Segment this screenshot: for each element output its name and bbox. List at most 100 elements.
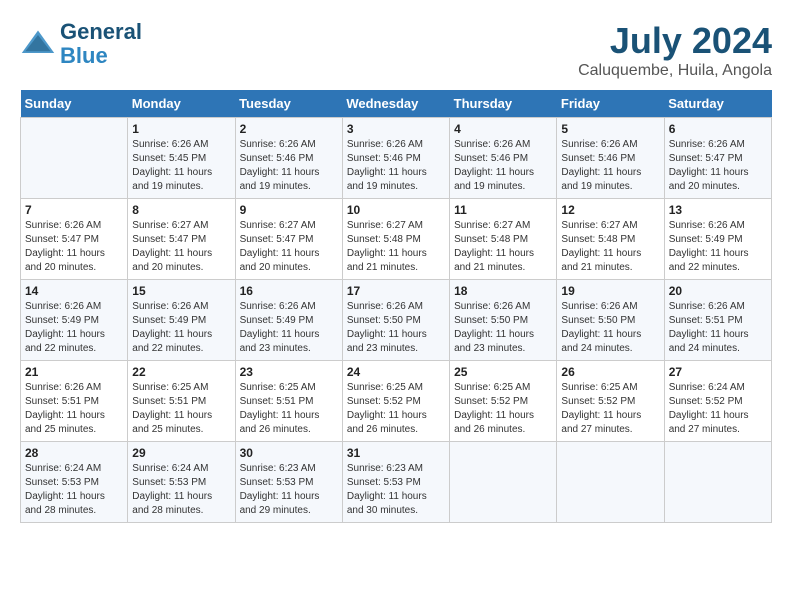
day-number: 7	[25, 203, 123, 217]
page-header: General Blue July 2024 Caluquembe, Huila…	[20, 20, 772, 80]
logo-line2: Blue	[60, 44, 142, 68]
calendar-cell: 21Sunrise: 6:26 AM Sunset: 5:51 PM Dayli…	[21, 361, 128, 442]
calendar-cell: 11 Sunrise: 6:27 AM Sunset: 5:48 PM Dayli…	[450, 199, 557, 280]
day-info: Sunrise: 6:26 AM Sunset: 5:46 PM Dayligh…	[454, 138, 552, 194]
day-info: Sunrise: 6:26 AM Sunset: 5:50 PM Dayligh…	[561, 300, 659, 356]
day-info: Sunrise: 6:24 AM Sunset: 5:53 PM Dayligh…	[25, 462, 123, 518]
calendar-cell: 20 Sunrise: 6:26 AM Sunset: 5:51 PM Dayli…	[664, 280, 771, 361]
day-info: Sunrise: 6:27 AM Sunset: 5:48 PM Dayligh…	[454, 219, 552, 275]
day-of-week-header: Wednesday	[342, 90, 449, 118]
calendar-cell	[21, 118, 128, 199]
calendar-week-row: 21Sunrise: 6:26 AM Sunset: 5:51 PM Dayli…	[21, 361, 772, 442]
day-number: 18	[454, 284, 552, 298]
calendar-cell: 8 Sunrise: 6:27 AM Sunset: 5:47 PM Daylig…	[128, 199, 235, 280]
day-number: 22	[132, 365, 230, 379]
logo-icon	[20, 26, 56, 62]
day-info: Sunrise: 6:27 AM Sunset: 5:47 PM Dayligh…	[132, 219, 230, 275]
calendar-week-row: 28 Sunrise: 6:24 AM Sunset: 5:53 PM Dayli…	[21, 442, 772, 523]
day-number: 4	[454, 122, 552, 136]
calendar-cell: 6 Sunrise: 6:26 AM Sunset: 5:47 PM Daylig…	[664, 118, 771, 199]
day-number: 28	[25, 446, 123, 460]
logo-line1: General	[60, 20, 142, 44]
calendar-body: 1Sunrise: 6:26 AM Sunset: 5:45 PM Daylig…	[21, 118, 772, 523]
day-number: 3	[347, 122, 445, 136]
calendar-cell: 7 Sunrise: 6:26 AM Sunset: 5:47 PM Daylig…	[21, 199, 128, 280]
day-info: Sunrise: 6:26 AM Sunset: 5:45 PM Dayligh…	[132, 138, 230, 194]
day-info: Sunrise: 6:26 AM Sunset: 5:46 PM Dayligh…	[561, 138, 659, 194]
day-of-week-header: Friday	[557, 90, 664, 118]
title-block: July 2024 Caluquembe, Huila, Angola	[578, 20, 772, 80]
day-number: 14	[25, 284, 123, 298]
day-info: Sunrise: 6:26 AM Sunset: 5:46 PM Dayligh…	[240, 138, 338, 194]
calendar-cell: 13 Sunrise: 6:26 AM Sunset: 5:49 PM Dayli…	[664, 199, 771, 280]
calendar-cell	[664, 442, 771, 523]
calendar-cell: 18 Sunrise: 6:26 AM Sunset: 5:50 PM Dayli…	[450, 280, 557, 361]
day-info: Sunrise: 6:26 AM Sunset: 5:49 PM Dayligh…	[240, 300, 338, 356]
calendar-cell: 16Sunrise: 6:26 AM Sunset: 5:49 PM Dayli…	[235, 280, 342, 361]
calendar-cell: 25 Sunrise: 6:25 AM Sunset: 5:52 PM Dayli…	[450, 361, 557, 442]
day-number: 17	[347, 284, 445, 298]
calendar-cell: 27 Sunrise: 6:24 AM Sunset: 5:52 PM Dayli…	[664, 361, 771, 442]
day-info: Sunrise: 6:26 AM Sunset: 5:50 PM Dayligh…	[454, 300, 552, 356]
calendar-cell: 2 Sunrise: 6:26 AM Sunset: 5:46 PM Daylig…	[235, 118, 342, 199]
day-info: Sunrise: 6:27 AM Sunset: 5:48 PM Dayligh…	[347, 219, 445, 275]
day-number: 9	[240, 203, 338, 217]
day-info: Sunrise: 6:26 AM Sunset: 5:51 PM Dayligh…	[25, 381, 123, 437]
day-number: 27	[669, 365, 767, 379]
calendar-cell: 1Sunrise: 6:26 AM Sunset: 5:45 PM Daylig…	[128, 118, 235, 199]
calendar-cell: 14Sunrise: 6:26 AM Sunset: 5:49 PM Dayli…	[21, 280, 128, 361]
day-number: 6	[669, 122, 767, 136]
day-number: 13	[669, 203, 767, 217]
main-title: July 2024	[578, 20, 772, 62]
calendar-week-row: 1Sunrise: 6:26 AM Sunset: 5:45 PM Daylig…	[21, 118, 772, 199]
day-info: Sunrise: 6:25 AM Sunset: 5:52 PM Dayligh…	[454, 381, 552, 437]
day-info: Sunrise: 6:23 AM Sunset: 5:53 PM Dayligh…	[240, 462, 338, 518]
day-of-week-header: Tuesday	[235, 90, 342, 118]
day-info: Sunrise: 6:26 AM Sunset: 5:49 PM Dayligh…	[132, 300, 230, 356]
calendar-cell: 22 Sunrise: 6:25 AM Sunset: 5:51 PM Dayli…	[128, 361, 235, 442]
day-number: 10	[347, 203, 445, 217]
day-of-week-header: Thursday	[450, 90, 557, 118]
day-number: 11	[454, 203, 552, 217]
day-info: Sunrise: 6:26 AM Sunset: 5:47 PM Dayligh…	[669, 138, 767, 194]
day-info: Sunrise: 6:26 AM Sunset: 5:47 PM Dayligh…	[25, 219, 123, 275]
day-info: Sunrise: 6:25 AM Sunset: 5:51 PM Dayligh…	[240, 381, 338, 437]
day-info: Sunrise: 6:26 AM Sunset: 5:51 PM Dayligh…	[669, 300, 767, 356]
day-number: 19	[561, 284, 659, 298]
day-info: Sunrise: 6:25 AM Sunset: 5:51 PM Dayligh…	[132, 381, 230, 437]
day-info: Sunrise: 6:24 AM Sunset: 5:52 PM Dayligh…	[669, 381, 767, 437]
logo: General Blue	[20, 20, 142, 68]
day-info: Sunrise: 6:26 AM Sunset: 5:49 PM Dayligh…	[669, 219, 767, 275]
day-number: 5	[561, 122, 659, 136]
day-number: 8	[132, 203, 230, 217]
day-info: Sunrise: 6:25 AM Sunset: 5:52 PM Dayligh…	[347, 381, 445, 437]
calendar-cell: 15 Sunrise: 6:26 AM Sunset: 5:49 PM Dayli…	[128, 280, 235, 361]
calendar-cell: 23 Sunrise: 6:25 AM Sunset: 5:51 PM Dayli…	[235, 361, 342, 442]
day-number: 2	[240, 122, 338, 136]
day-number: 25	[454, 365, 552, 379]
day-info: Sunrise: 6:27 AM Sunset: 5:47 PM Dayligh…	[240, 219, 338, 275]
day-number: 20	[669, 284, 767, 298]
calendar-cell: 28 Sunrise: 6:24 AM Sunset: 5:53 PM Dayli…	[21, 442, 128, 523]
calendar-cell: 31 Sunrise: 6:23 AM Sunset: 5:53 PM Dayli…	[342, 442, 449, 523]
calendar-cell: 19 Sunrise: 6:26 AM Sunset: 5:50 PM Dayli…	[557, 280, 664, 361]
day-number: 31	[347, 446, 445, 460]
subtitle: Caluquembe, Huila, Angola	[578, 62, 772, 80]
calendar-cell: 12Sunrise: 6:27 AM Sunset: 5:48 PM Dayli…	[557, 199, 664, 280]
calendar-cell: 9 Sunrise: 6:27 AM Sunset: 5:47 PM Daylig…	[235, 199, 342, 280]
day-info: Sunrise: 6:23 AM Sunset: 5:53 PM Dayligh…	[347, 462, 445, 518]
day-info: Sunrise: 6:24 AM Sunset: 5:53 PM Dayligh…	[132, 462, 230, 518]
day-number: 15	[132, 284, 230, 298]
day-info: Sunrise: 6:26 AM Sunset: 5:50 PM Dayligh…	[347, 300, 445, 356]
calendar-cell: 29 Sunrise: 6:24 AM Sunset: 5:53 PM Dayli…	[128, 442, 235, 523]
calendar-cell: 3 Sunrise: 6:26 AM Sunset: 5:46 PM Daylig…	[342, 118, 449, 199]
calendar-cell	[557, 442, 664, 523]
day-number: 23	[240, 365, 338, 379]
calendar-cell: 26Sunrise: 6:25 AM Sunset: 5:52 PM Dayli…	[557, 361, 664, 442]
day-number: 29	[132, 446, 230, 460]
calendar-week-row: 7 Sunrise: 6:26 AM Sunset: 5:47 PM Daylig…	[21, 199, 772, 280]
day-info: Sunrise: 6:26 AM Sunset: 5:46 PM Dayligh…	[347, 138, 445, 194]
calendar-cell: 30Sunrise: 6:23 AM Sunset: 5:53 PM Dayli…	[235, 442, 342, 523]
day-of-week-header: Monday	[128, 90, 235, 118]
calendar-cell: 4 Sunrise: 6:26 AM Sunset: 5:46 PM Daylig…	[450, 118, 557, 199]
